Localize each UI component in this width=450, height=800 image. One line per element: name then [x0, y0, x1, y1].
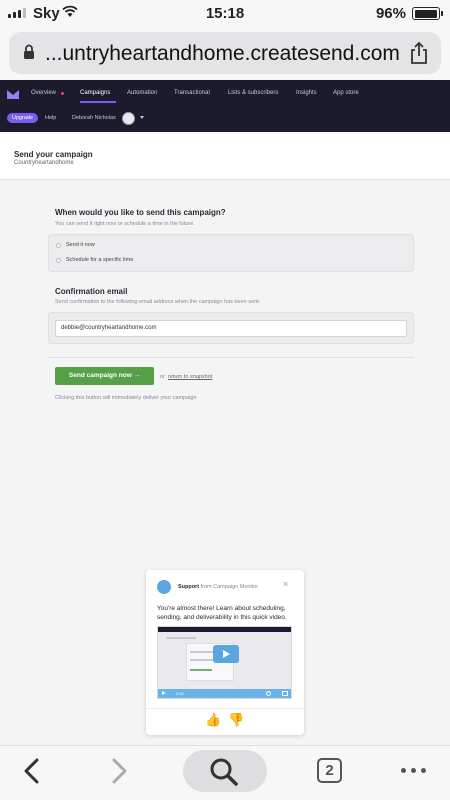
- close-icon[interactable]: ×: [283, 580, 288, 589]
- confirmation-email-field[interactable]: debbie@countryheartandhome.com: [55, 320, 407, 337]
- page-subtitle: Countryheartandhome: [14, 160, 74, 166]
- forward-icon[interactable]: [109, 757, 129, 785]
- tabs-icon[interactable]: 2: [317, 758, 342, 783]
- schedule-options: [48, 234, 414, 272]
- share-icon[interactable]: [409, 41, 429, 65]
- settings-icon[interactable]: [266, 691, 271, 696]
- play-icon[interactable]: [213, 645, 239, 663]
- return-to-snapshot-link[interactable]: return to snapshot: [168, 374, 212, 380]
- support-source: Support: [178, 584, 200, 590]
- support-from: from Campaign Monitor: [200, 584, 259, 590]
- battery-icon: [412, 7, 443, 20]
- support-heading: Support from Campaign Monitor: [178, 584, 258, 590]
- video-thumbnail-header: [158, 627, 291, 632]
- nav-automation[interactable]: Automation: [127, 90, 157, 96]
- upgrade-button[interactable]: Upgrade: [7, 113, 38, 123]
- thumbs-up-icon[interactable]: 👍: [205, 712, 221, 728]
- chevron-down-icon[interactable]: [140, 116, 144, 119]
- app-top-nav: Overview Campaigns Automation Transactio…: [0, 80, 450, 132]
- video-thumbnail-line: [190, 669, 212, 671]
- send-note: Clicking this button will immediately de…: [55, 395, 197, 401]
- user-name[interactable]: Deborah Nicholas: [72, 115, 116, 121]
- video-thumbnail-line: [166, 637, 196, 639]
- video-time: 0:00: [176, 691, 184, 696]
- battery-level: [414, 9, 437, 18]
- lock-icon: [24, 44, 34, 59]
- more-icon[interactable]: [401, 768, 426, 773]
- confirmation-description: Send confirmation to the following email…: [55, 299, 261, 305]
- campaign-monitor-logo-icon[interactable]: [7, 90, 19, 99]
- tutorial-video[interactable]: 0:00: [157, 626, 292, 699]
- support-message: You're almost there! Learn about schedul…: [157, 605, 287, 621]
- search-icon[interactable]: [209, 757, 239, 787]
- or-text: or: [160, 374, 165, 380]
- video-controls: 0:00: [158, 689, 291, 698]
- divider: [48, 357, 414, 358]
- nav-active-indicator: [80, 101, 116, 103]
- notification-dot: [61, 92, 64, 95]
- help-link[interactable]: Help: [45, 115, 56, 121]
- schedule-radio[interactable]: [56, 258, 61, 263]
- nav-transactional[interactable]: Transactional: [174, 90, 210, 96]
- page-title: Send your campaign: [14, 150, 93, 159]
- feedback-bar: [146, 708, 304, 735]
- address-bar[interactable]: ...untryheartandhome.createsend.com: [9, 32, 441, 74]
- url-text[interactable]: ...untryheartandhome.createsend.com: [45, 42, 400, 66]
- nav-overview[interactable]: Overview: [31, 90, 56, 96]
- control-play-icon[interactable]: [162, 691, 166, 695]
- schedule-description: You can send it right now or schedule a …: [55, 221, 195, 227]
- status-bar: Sky 15:18 96%: [0, 0, 450, 26]
- browser-address-area: ...untryheartandhome.createsend.com: [0, 26, 450, 80]
- battery-percent: 96%: [375, 5, 406, 22]
- send-campaign-button[interactable]: Send campaign now →: [55, 367, 154, 385]
- thumbs-down-icon[interactable]: 👎: [228, 712, 244, 728]
- confirmation-heading: Confirmation email: [55, 287, 128, 296]
- schedule-label[interactable]: Schedule for a specific time: [66, 257, 133, 263]
- nav-insights[interactable]: Insights: [296, 90, 317, 96]
- nav-app-store[interactable]: App store: [333, 90, 359, 96]
- send-now-radio[interactable]: [56, 243, 61, 248]
- nav-lists-subscribers[interactable]: Lists & subscribers: [228, 90, 278, 96]
- nav-campaigns[interactable]: Campaigns: [80, 90, 110, 96]
- campaign-monitor-support-icon: [157, 580, 171, 594]
- fullscreen-icon[interactable]: [282, 691, 288, 696]
- back-icon[interactable]: [22, 757, 42, 785]
- send-now-label[interactable]: Send it now: [66, 242, 95, 248]
- schedule-heading: When would you like to send this campaig…: [55, 208, 226, 217]
- avatar[interactable]: [122, 112, 135, 125]
